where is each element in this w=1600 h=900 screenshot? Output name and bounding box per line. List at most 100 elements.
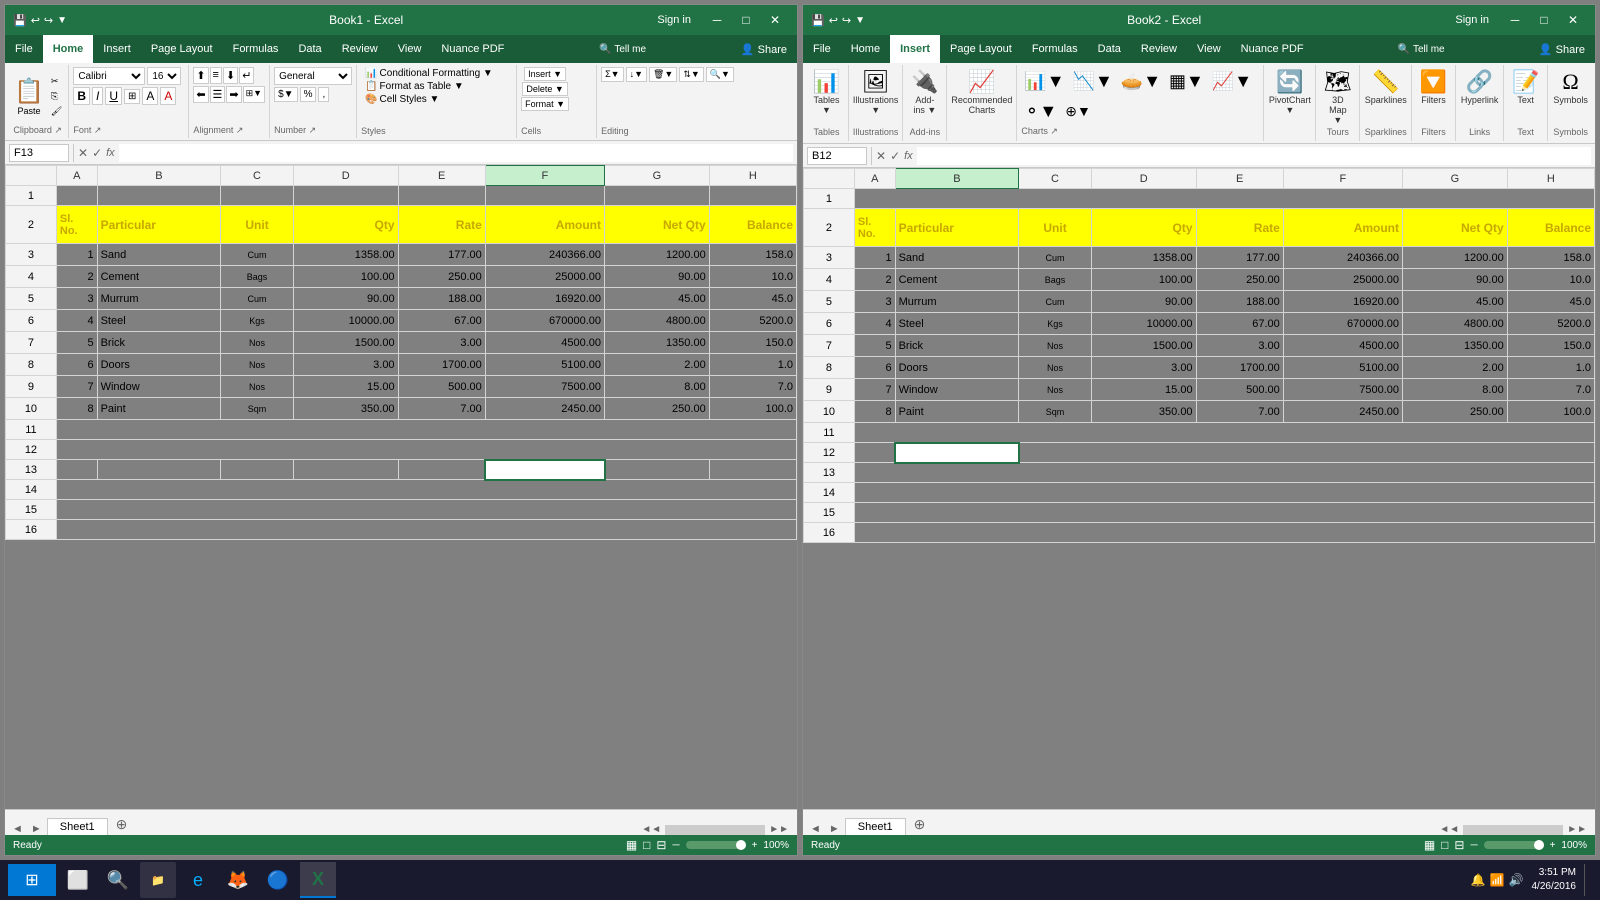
scatter-chart-btn[interactable]: ⚬▼ (1021, 100, 1060, 123)
col-header-h-right[interactable]: H (1507, 169, 1594, 189)
chrome-icon[interactable]: 🔵 (260, 862, 296, 898)
merge-btn[interactable]: ⊞▼ (243, 86, 265, 103)
rh-7-r[interactable]: 7 (804, 335, 855, 357)
restore-btn-right[interactable]: □ (1530, 9, 1558, 31)
sheet-tab-sheet1-left[interactable]: Sheet1 (47, 818, 108, 835)
currency-btn[interactable]: $▼ (274, 87, 297, 102)
sheet-tab-sheet1-right[interactable]: Sheet1 (845, 818, 906, 835)
page-break-view-btn-left[interactable]: ⊟ (656, 838, 666, 852)
cell-d1-left[interactable] (293, 186, 398, 206)
col-header-c-left[interactable]: C (221, 166, 294, 186)
cancel-formula-icon[interactable]: ✕ (78, 146, 88, 160)
comma-btn[interactable]: , (318, 87, 329, 102)
rh-5-r[interactable]: 5 (804, 291, 855, 313)
selected-cell-f13[interactable] (485, 460, 604, 480)
cell-ref-left[interactable] (9, 144, 69, 162)
cell-a1-left[interactable] (56, 186, 97, 206)
cell-h2-left[interactable]: Balance (709, 206, 796, 244)
bold-btn[interactable]: B (73, 87, 90, 105)
align-bot-btn[interactable]: ⬇ (223, 67, 238, 84)
underline-btn[interactable]: U (105, 87, 122, 105)
excel-taskbar-icon[interactable]: X (300, 862, 336, 898)
save-icon-right[interactable]: 💾 (811, 14, 825, 27)
sparklines-btn[interactable]: 📏 Sparklines (1361, 67, 1411, 107)
cell-g1-left[interactable] (605, 186, 710, 206)
zoom-slider-right[interactable] (1484, 841, 1544, 849)
confirm-formula-icon-right[interactable]: ✓ (890, 149, 900, 163)
cell-a2-left[interactable]: Sl.No. (56, 206, 97, 244)
col-header-d-left[interactable]: D (293, 166, 398, 186)
normal-view-btn-right[interactable]: ▦ (1424, 838, 1435, 852)
col-header-d-right[interactable]: D (1091, 169, 1196, 189)
sort-btn[interactable]: ⇅▼ (679, 67, 703, 82)
tab-review-left[interactable]: Review (332, 35, 388, 63)
tab-pagelayout-right[interactable]: Page Layout (940, 35, 1022, 63)
more-charts-btn[interactable]: ⊕▼ (1062, 102, 1094, 121)
col-header-h-left[interactable]: H (709, 166, 796, 186)
cell-e2-left[interactable]: Rate (398, 206, 485, 244)
redo-icon-right[interactable]: ↪ (842, 14, 851, 27)
paste-btn[interactable]: 📋Paste (11, 75, 47, 118)
redo-icon[interactable]: ↪ (44, 14, 53, 27)
col-header-f-left[interactable]: F (485, 166, 604, 186)
tab-review-right[interactable]: Review (1131, 35, 1187, 63)
find-btn[interactable]: 🔍▼ (706, 67, 734, 82)
cell-b2-left[interactable]: Particular (97, 206, 221, 244)
rh-3-r[interactable]: 3 (804, 247, 855, 269)
page-layout-view-btn-right[interactable]: □ (1441, 838, 1448, 852)
tab-file-right[interactable]: File (803, 35, 841, 63)
rh-4-l[interactable]: 4 (6, 266, 57, 288)
text-btn[interactable]: 📝 Text (1508, 67, 1543, 107)
minimize-btn-right[interactable]: ─ (1501, 9, 1529, 31)
clear-btn[interactable]: 🗑▼ (649, 67, 677, 82)
col-header-e-right[interactable]: E (1196, 169, 1283, 189)
col-header-a-right[interactable]: A (854, 169, 895, 189)
rh-6-r[interactable]: 6 (804, 313, 855, 335)
cell-ref-right[interactable] (807, 147, 867, 165)
confirm-formula-icon[interactable]: ✓ (92, 146, 102, 160)
tables-btn[interactable]: 📊 Tables▼ (809, 67, 844, 117)
tab-data-left[interactable]: Data (288, 35, 331, 63)
tab-view-left[interactable]: View (388, 35, 432, 63)
row-header-1-left[interactable]: 1 (6, 186, 57, 206)
font-selector[interactable]: Calibri (73, 67, 145, 85)
rh-8-r[interactable]: 8 (804, 357, 855, 379)
col-header-c-right[interactable]: C (1019, 169, 1092, 189)
rh-7-l[interactable]: 7 (6, 332, 57, 354)
scroll-h-right[interactable] (1463, 825, 1563, 835)
tab-nuance-right[interactable]: Nuance PDF (1231, 35, 1314, 63)
hyperlink-btn[interactable]: 🔗 Hyperlink (1457, 67, 1503, 107)
zoom-minus-left[interactable]: ─ (672, 840, 679, 851)
addins-btn[interactable]: 🔌 Add-ins ▼ (907, 67, 942, 117)
col-header-e-left[interactable]: E (398, 166, 485, 186)
signin-left[interactable]: Sign in (657, 14, 691, 26)
rh-5-l[interactable]: 5 (6, 288, 57, 310)
align-left-btn[interactable]: ⬅ (193, 86, 208, 103)
cut-btn[interactable]: ✂ (49, 75, 64, 88)
col-header-g-right[interactable]: G (1403, 169, 1508, 189)
tab-insert-left[interactable]: Insert (93, 35, 141, 63)
line-chart-btn[interactable]: 📉▼ (1070, 70, 1116, 93)
cell-c2-left[interactable]: Unit (221, 206, 294, 244)
undo-icon[interactable]: ↩ (31, 14, 40, 27)
cortana-icon[interactable]: 🔍 (100, 862, 136, 898)
rh-6-l[interactable]: 6 (6, 310, 57, 332)
task-view-icon[interactable]: ⬜ (60, 862, 96, 898)
add-sheet-right[interactable]: ⊕ (908, 814, 932, 835)
formula-input-left[interactable] (119, 144, 793, 162)
tab-formulas-right[interactable]: Formulas (1022, 35, 1088, 63)
tab-home-right[interactable]: Home (841, 35, 890, 63)
save-icon[interactable]: 💾 (13, 14, 27, 27)
bar-chart-btn[interactable]: ▦▼ (1166, 70, 1207, 93)
tab-view-right[interactable]: View (1187, 35, 1231, 63)
col-header-b-right[interactable]: B (895, 169, 1019, 189)
undo-icon-right[interactable]: ↩ (829, 14, 838, 27)
rh-8-l[interactable]: 8 (6, 354, 57, 376)
italic-btn[interactable]: I (92, 87, 103, 105)
recommended-charts-btn[interactable]: 📈 RecommendedCharts (947, 67, 1016, 117)
illustrations-btn[interactable]: 🖼 Illustrations▼ (849, 67, 903, 117)
align-center-btn[interactable]: ☰ (210, 86, 226, 103)
nav-right-btn[interactable]: ► (28, 823, 45, 835)
format-cell-btn[interactable]: Format ▼ (521, 97, 569, 111)
tab-nuance-left[interactable]: Nuance PDF (431, 35, 514, 63)
